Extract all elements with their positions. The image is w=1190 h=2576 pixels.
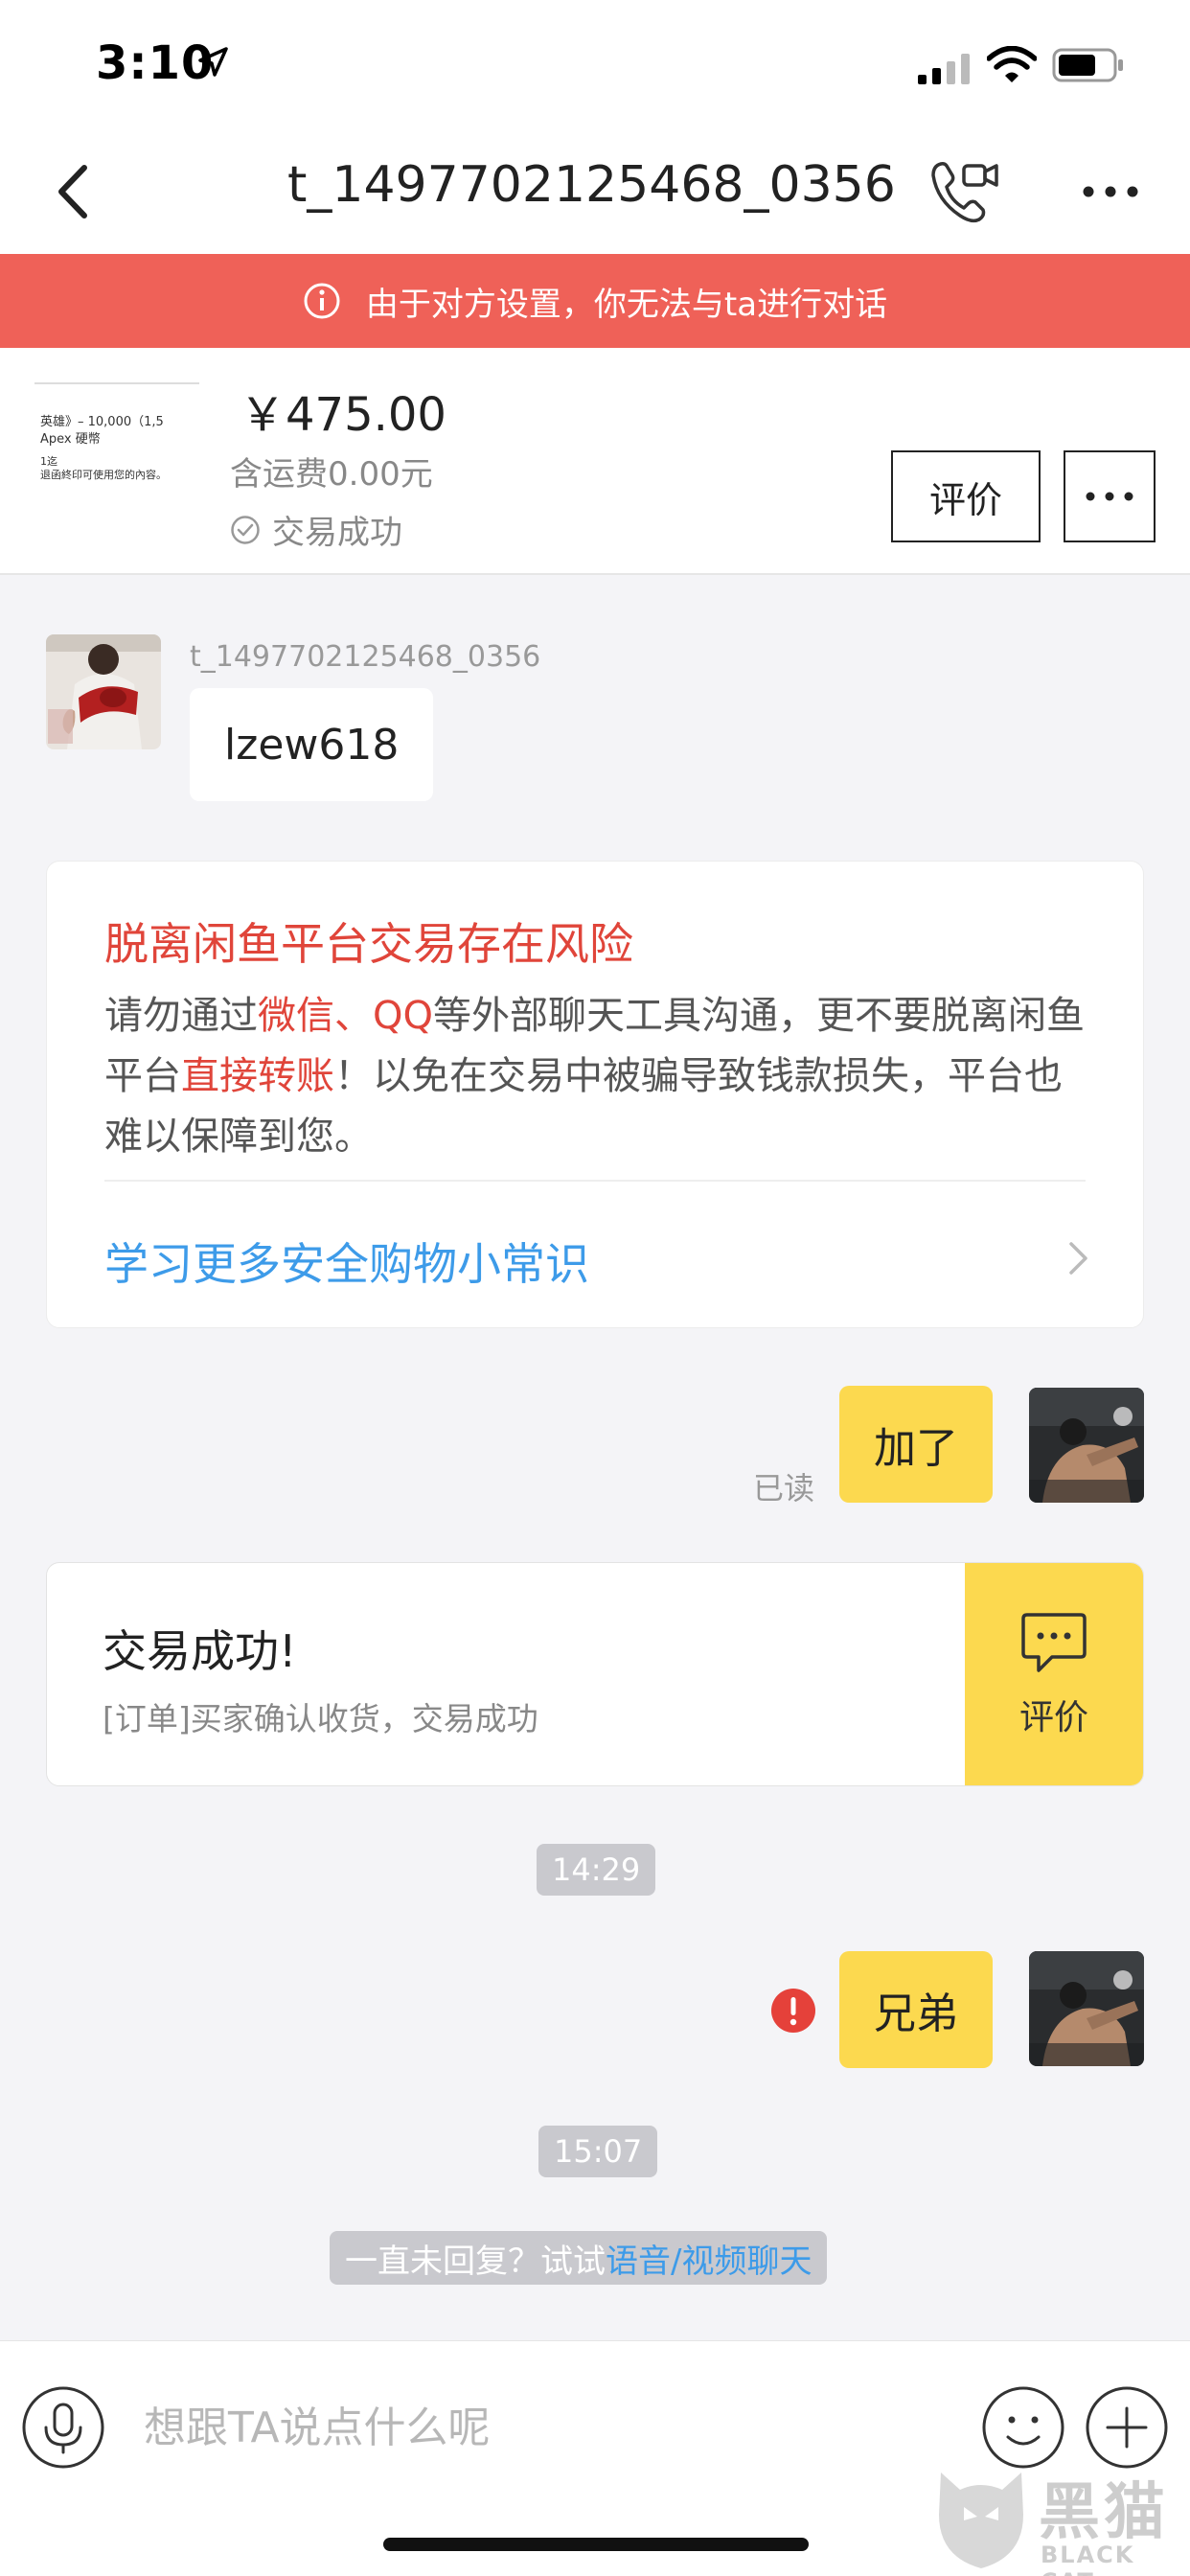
plus-button[interactable] <box>1085 2385 1169 2470</box>
nav-bar: t_1497702125468_0356 <box>0 129 1190 254</box>
page-title: t_1497702125468_0356 <box>287 156 896 214</box>
read-receipt: 已读 <box>753 1470 815 1506</box>
risk-highlight: 微信、QQ <box>258 994 433 1038</box>
trade-status-label: 交易成功 <box>272 514 402 552</box>
video-call-button[interactable] <box>927 156 1000 229</box>
product-thumbnail[interactable]: 英雄》– 10,000（1,5 Apex 硬幣 1迄 退函終印可使用您的內容。 <box>34 382 199 547</box>
chevron-right-icon[interactable] <box>1066 1239 1091 1277</box>
black-cat-logo-icon <box>939 2472 1023 2568</box>
shipping-fee: 含运费0.00元 <box>230 455 433 494</box>
chat-bubble-icon <box>1021 1613 1087 1672</box>
thumb-text: 退函終印可使用您的內容。 <box>40 469 167 481</box>
call-suggestion: 一直未回复？试试 语音/视频聊天 <box>330 2231 828 2285</box>
battery-icon <box>1052 48 1123 82</box>
divider <box>104 1180 1086 1182</box>
emoji-button[interactable] <box>981 2385 1065 2470</box>
more-dots-icon <box>1086 492 1133 501</box>
voice-input-button[interactable] <box>21 2385 105 2470</box>
thumb-text: Apex 硬幣 <box>40 432 101 447</box>
outgoing-message-bubble[interactable]: 兄弟 <box>839 1951 993 2068</box>
sender-name: t_1497702125468_0356 <box>190 640 541 674</box>
trade-status: 交易成功 <box>230 506 402 553</box>
review-button[interactable]: 评价 <box>891 450 1041 542</box>
status-bar: 3:10 <box>0 0 1190 129</box>
safety-tips-link[interactable]: 学习更多安全购物小常识 <box>104 1230 589 1293</box>
risk-warning-card: 脱离闲鱼平台交易存在风险 请勿通过微信、QQ等外部聊天工具沟通，更不要脱离闲鱼平… <box>46 861 1144 1328</box>
product-more-button[interactable] <box>1064 450 1156 542</box>
order-description: [订单]买家确认收货，交易成功 <box>103 1700 538 1737</box>
hint-text: 一直未回复？试试 <box>345 2242 606 2281</box>
watermark: 黑猫 BLACK CAT <box>922 2461 1190 2576</box>
product-price: ￥475.00 <box>240 388 446 442</box>
risk-title: 脱离闲鱼平台交易存在风险 <box>104 918 633 970</box>
home-indicator <box>383 2538 809 2551</box>
avatar[interactable] <box>1029 1951 1144 2066</box>
message-input[interactable] <box>144 2380 929 2475</box>
send-failed-icon[interactable] <box>770 1988 816 2034</box>
order-review-button[interactable]: 评价 <box>965 1563 1143 1785</box>
back-button[interactable] <box>46 158 103 225</box>
order-status-card[interactable]: 交易成功! [订单]买家确认收货，交易成功 评价 <box>46 1562 1144 1786</box>
outgoing-message-bubble[interactable]: 加了 <box>839 1386 993 1503</box>
watermark-cn: 黑猫 <box>1039 2477 1169 2548</box>
product-card[interactable]: 英雄》– 10,000（1,5 Apex 硬幣 1迄 退函終印可使用您的內容。 … <box>0 348 1190 575</box>
voice-video-call-link[interactable]: 语音/视频聊天 <box>606 2235 812 2282</box>
banner-text: 由于对方设置，你无法与ta进行对话 <box>365 285 888 324</box>
more-options-button[interactable] <box>1077 168 1144 216</box>
watermark-en: BLACK CAT <box>1041 2542 1135 2576</box>
incoming-message-bubble[interactable]: lzew618 <box>190 688 434 801</box>
order-review-label: 评价 <box>1018 1698 1088 1737</box>
risk-body: 请勿通过微信、QQ等外部聊天工具沟通，更不要脱离闲鱼平台直接转账！以免在交易中被… <box>104 986 1091 1167</box>
order-title: 交易成功! <box>103 1625 297 1677</box>
risk-body-text: 请勿通过 <box>104 994 258 1038</box>
location-arrow-icon <box>198 47 228 77</box>
chat-disabled-banner: 由于对方设置，你无法与ta进行对话 <box>0 254 1190 348</box>
avatar[interactable] <box>46 634 161 749</box>
thumb-text: 英雄》– 10,000（1,5 <box>40 415 164 429</box>
timestamp: 15:07 <box>538 2126 658 2177</box>
info-icon <box>304 283 340 319</box>
check-circle-icon <box>231 515 260 544</box>
timestamp: 14:29 <box>537 1844 656 1896</box>
avatar[interactable] <box>1029 1388 1144 1503</box>
risk-highlight: 直接转账 <box>181 1054 334 1098</box>
wifi-icon <box>987 46 1037 82</box>
cellular-signal-icon <box>918 54 970 84</box>
